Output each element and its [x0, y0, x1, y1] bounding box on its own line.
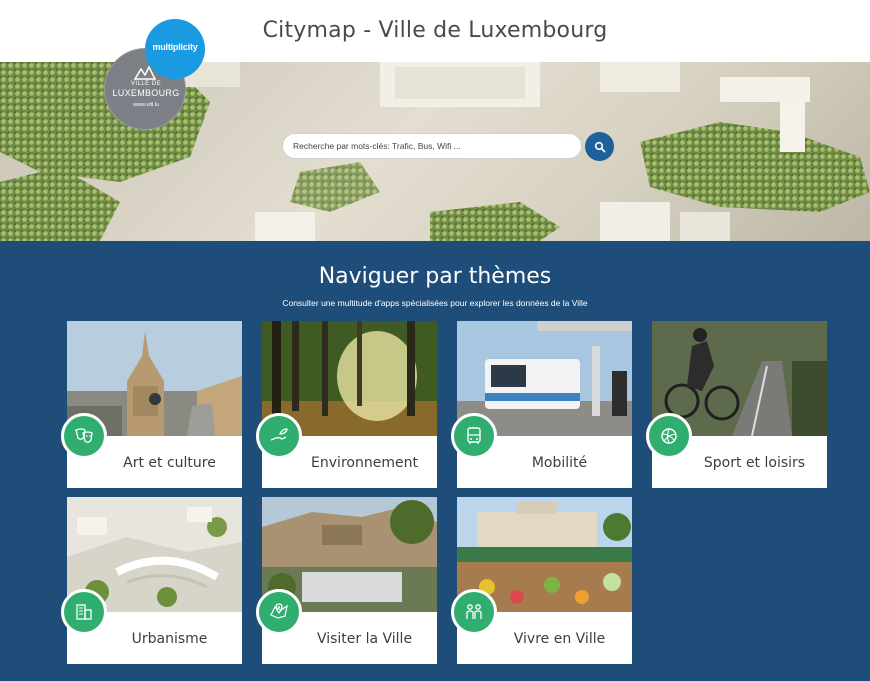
- theme-card-vivre-en-ville[interactable]: Vivre en Ville: [451, 497, 632, 664]
- card-label: Art et culture: [123, 455, 216, 471]
- search-input[interactable]: [282, 133, 582, 159]
- themes-section-title: Naviguer par thèmes: [318, 264, 552, 289]
- bus-icon: [451, 413, 497, 459]
- theme-card-art-culture[interactable]: Art et culture: [61, 321, 242, 488]
- logo-line-1: VILLE DE: [130, 81, 162, 87]
- theme-card-urbanisme[interactable]: Urbanisme: [61, 497, 242, 664]
- theatre-masks-icon: [61, 413, 107, 459]
- theme-card-environnement[interactable]: Environnement: [256, 321, 437, 488]
- themes-section-subtitle: Consulter une multitude d'apps spécialis…: [282, 298, 588, 308]
- card-label: Mobilité: [531, 455, 588, 471]
- card-label: Urbanisme: [131, 631, 208, 647]
- logo-website: www.vdl.lu: [133, 102, 159, 108]
- card-label: Vivre en Ville: [513, 631, 606, 647]
- hand-leaf-icon: [256, 413, 302, 459]
- map-pin-icon: [256, 589, 302, 635]
- buildings-icon: [61, 589, 107, 635]
- card-label: Environnement: [311, 455, 418, 471]
- theme-card-visiter-la-ville[interactable]: Visiter la Ville: [256, 497, 437, 664]
- page-title: Citymap - Ville de Luxembourg: [262, 18, 608, 43]
- logo-line-2: LUXEMBOURG: [112, 88, 180, 98]
- theme-card-mobilite[interactable]: Mobilité: [451, 321, 632, 488]
- volleyball-icon: [646, 413, 692, 459]
- people-icon: [451, 589, 497, 635]
- search-button[interactable]: [585, 132, 614, 161]
- multiplicity-logo[interactable]: multiplicity: [145, 19, 205, 79]
- card-label: Visiter la Ville: [316, 631, 413, 647]
- search-icon: [594, 141, 605, 152]
- theme-card-sport-loisirs[interactable]: Sport et loisirs: [646, 321, 827, 488]
- multiplicity-logo-text: multiplicity: [152, 42, 198, 52]
- card-label: Sport et loisirs: [703, 455, 806, 471]
